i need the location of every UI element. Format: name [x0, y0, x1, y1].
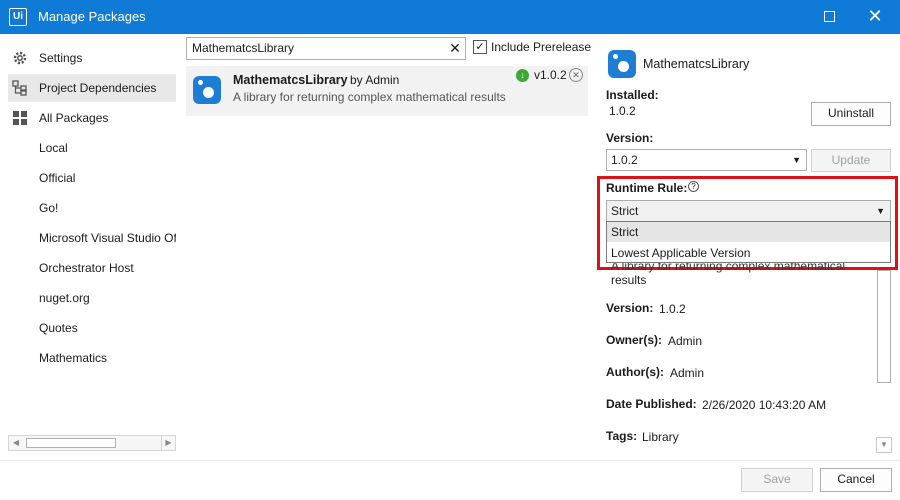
include-prerelease-label: Include Prerelease	[491, 40, 592, 54]
maximize-icon	[824, 11, 835, 22]
date-published-value: 2/26/2020 10:43:20 AM	[702, 398, 827, 412]
sidebar-item-label: Mathematics	[39, 351, 108, 365]
remove-package-icon[interactable]: ✕	[569, 68, 583, 82]
sidebar-item-project-dependencies[interactable]: Project Dependencies	[8, 74, 176, 102]
version-label: Version:	[606, 131, 654, 145]
authors-label: Author(s):	[606, 365, 664, 379]
owners-label: Owner(s):	[606, 333, 663, 347]
sidebar-item-local[interactable]: Local	[8, 134, 176, 162]
package-icon	[608, 50, 636, 78]
dependencies-icon	[12, 80, 27, 96]
package-name: MathematcsLibrary	[233, 73, 348, 87]
scroll-left-icon[interactable]: ◀	[9, 436, 23, 450]
sidebar-item-mathematics[interactable]: Mathematics	[8, 344, 176, 372]
scrollbar-track[interactable]	[877, 270, 891, 383]
window-title: Manage Packages	[38, 9, 146, 24]
details-description-tail: results	[611, 273, 647, 287]
chevron-down-icon: ▼	[792, 155, 801, 165]
scroll-right-icon[interactable]: ▶	[161, 436, 175, 450]
package-icon	[193, 76, 221, 104]
owners-value: Admin	[668, 334, 703, 348]
sidebar-item-official[interactable]: Official	[8, 164, 176, 192]
sidebar-item-label: Quotes	[39, 321, 78, 335]
sidebar: Settings Project Dependencies All Packag…	[0, 34, 180, 424]
close-window-button[interactable]: ✕	[860, 4, 890, 28]
version-dropdown-value: 1.0.2	[611, 153, 638, 167]
installed-label: Installed:	[606, 88, 659, 102]
sidebar-item-label: Official	[39, 171, 76, 185]
sidebar-item-nuget[interactable]: nuget.org	[8, 284, 176, 312]
details-version-label: Version:	[606, 301, 654, 315]
search-input[interactable]: MathematcsLibrary	[186, 37, 466, 60]
clear-search-button[interactable]: ✕	[446, 39, 464, 57]
runtime-rule-option-lowest-applicable[interactable]: Lowest Applicable Version	[607, 243, 890, 263]
version-dropdown[interactable]: 1.0.2 ▼	[606, 149, 807, 171]
date-published-label: Date Published:	[606, 397, 697, 411]
sidebar-item-all-packages[interactable]: All Packages	[8, 104, 176, 132]
sidebar-item-go[interactable]: Go!	[8, 194, 176, 222]
footer-divider	[0, 460, 900, 461]
sidebar-item-label: Orchestrator Host	[39, 261, 134, 275]
sidebar-item-label: nuget.org	[39, 291, 90, 305]
package-version: v1.0.2	[534, 68, 567, 82]
sidebar-item-settings[interactable]: Settings	[8, 44, 176, 72]
maximize-button[interactable]	[815, 5, 845, 29]
scroll-down-icon[interactable]: ▼	[876, 437, 892, 453]
tags-label: Tags:	[606, 429, 638, 443]
sidebar-item-orchestrator-host[interactable]: Orchestrator Host	[8, 254, 176, 282]
package-author: by Admin	[350, 73, 400, 87]
sidebar-item-label: Microsoft Visual Studio Of	[39, 231, 176, 245]
sidebar-item-label: Local	[39, 141, 68, 155]
uninstall-button[interactable]: Uninstall	[811, 102, 891, 126]
sidebar-item-label: Project Dependencies	[39, 81, 157, 95]
close-icon: ✕	[449, 40, 461, 56]
close-icon: ✕	[867, 6, 883, 26]
runtime-rule-option-strict[interactable]: Strict	[607, 222, 890, 242]
installed-version: 1.0.2	[609, 104, 636, 118]
uipath-logo-icon: Ui	[9, 8, 27, 26]
cancel-button[interactable]: Cancel	[820, 468, 892, 492]
update-button[interactable]: Update	[811, 149, 891, 172]
details-package-name: MathematcsLibrary	[643, 57, 750, 71]
installed-arrow-icon: ↓	[516, 69, 529, 82]
package-list-item[interactable]: MathematcsLibrary by Admin A library for…	[186, 66, 588, 116]
gear-icon	[13, 51, 27, 65]
sidebar-item-microsoft-visual-studio[interactable]: Microsoft Visual Studio Of	[8, 224, 176, 252]
tags-value: Library	[642, 430, 679, 444]
sidebar-item-label: Go!	[39, 201, 59, 215]
details-vertical-scrollbar[interactable]: ▼	[876, 270, 892, 453]
authors-value: Admin	[670, 366, 705, 380]
sidebar-item-quotes[interactable]: Quotes	[8, 314, 176, 342]
sidebar-item-label: Settings	[39, 51, 83, 65]
title-bar: Ui Manage Packages ✕	[0, 0, 900, 34]
grid-icon	[13, 111, 27, 125]
sidebar-item-label: All Packages	[39, 111, 109, 125]
save-button[interactable]: Save	[741, 468, 813, 492]
sidebar-horizontal-scrollbar[interactable]: ◀ ▶	[8, 435, 176, 451]
details-version-value: 1.0.2	[659, 302, 686, 316]
include-prerelease-checkbox[interactable]: ✓	[473, 40, 487, 54]
package-description: A library for returning complex mathemat…	[233, 90, 506, 104]
scrollbar-thumb[interactable]	[26, 438, 116, 448]
runtime-rule-options-list: Strict Lowest Applicable Version	[606, 221, 891, 263]
